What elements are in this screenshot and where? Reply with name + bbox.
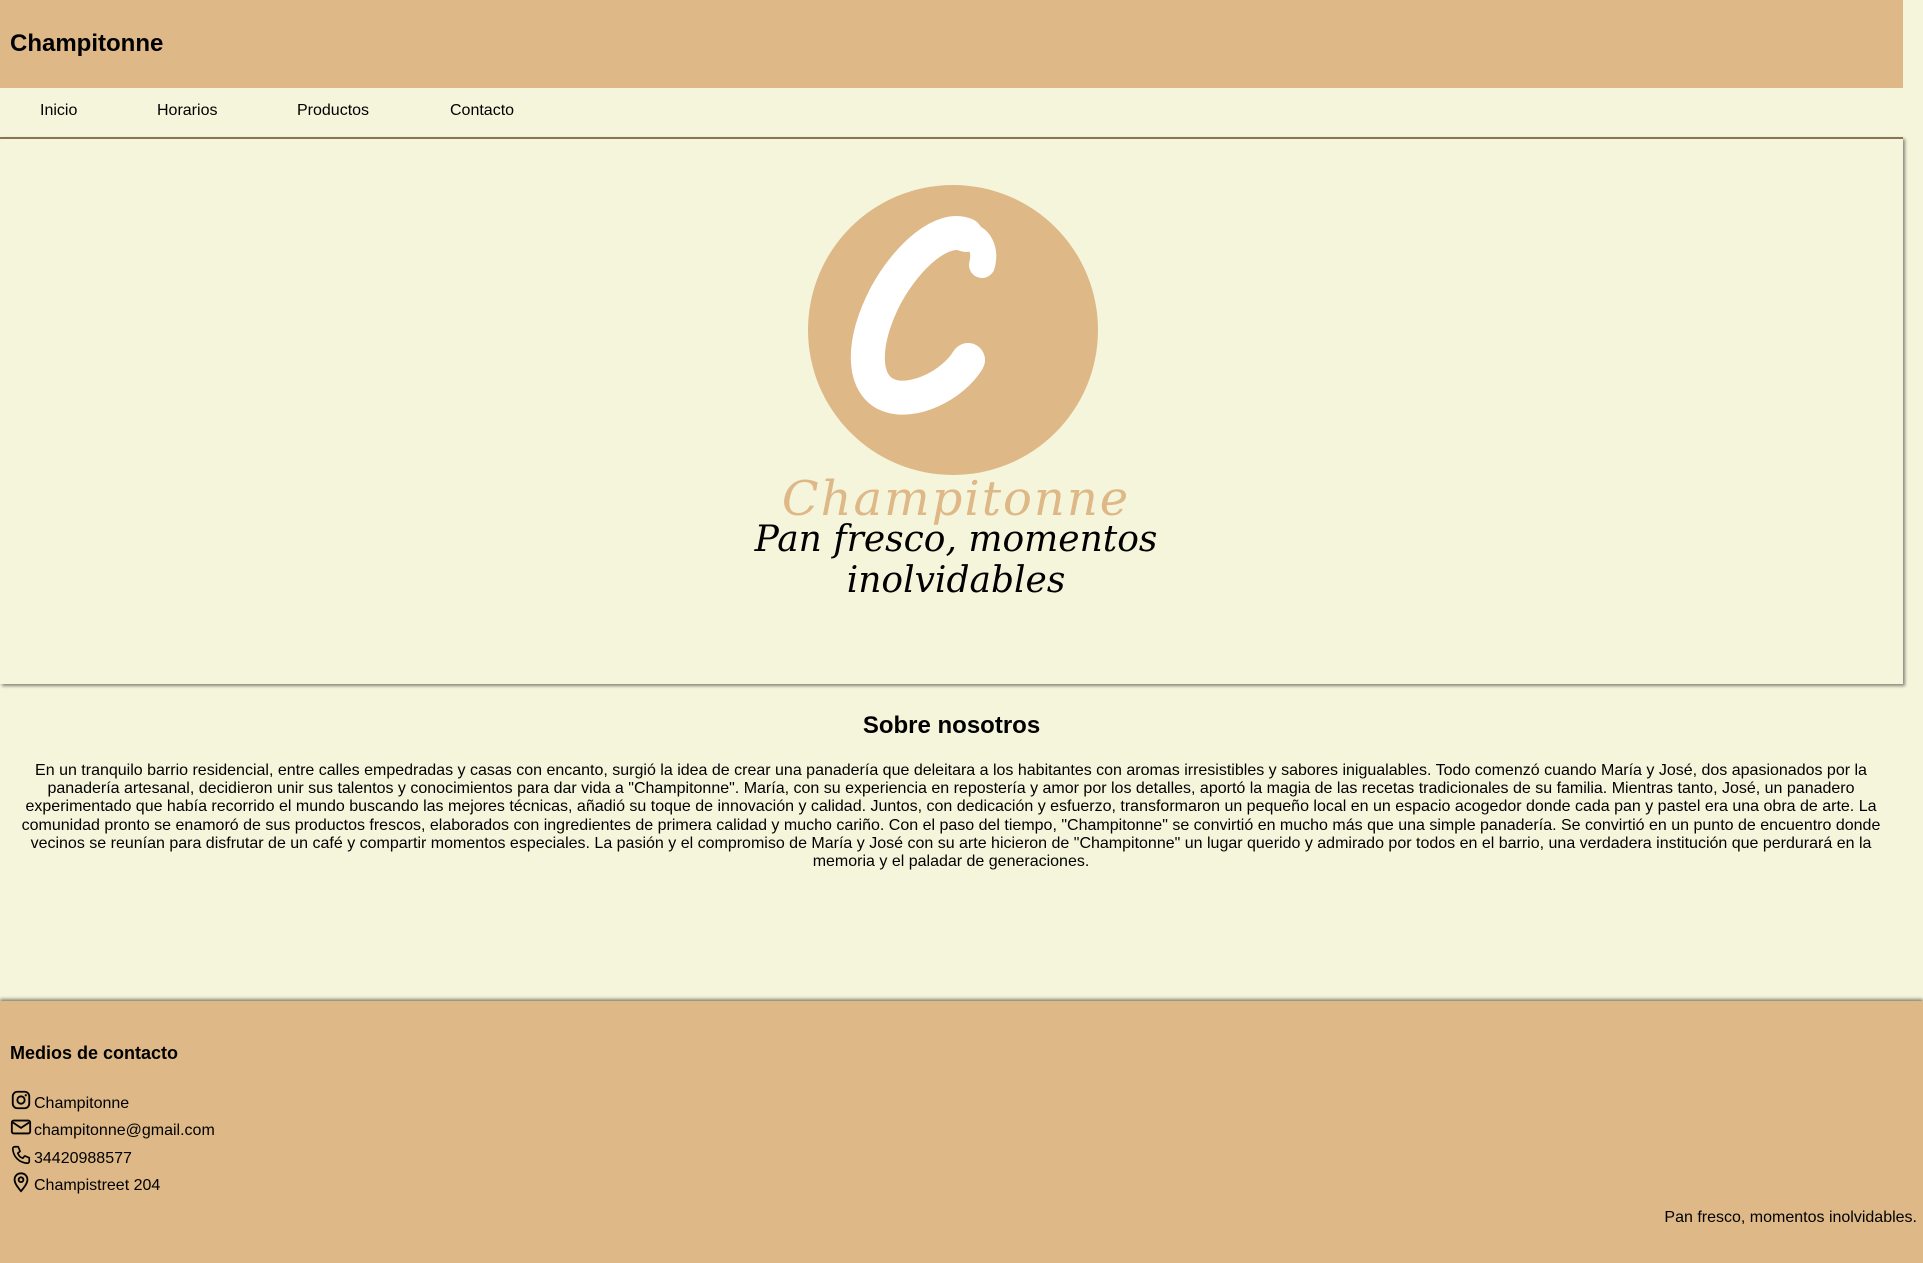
contact-item-address[interactable]: Champistreet 204 — [10, 1168, 215, 1196]
contact-phone-text: 34420988577 — [34, 1149, 132, 1167]
contact-list: Champitonne champitonne@gmail.com 344209… — [10, 1085, 215, 1195]
phone-icon — [11, 1145, 31, 1164]
contact-email-text: champitonne@gmail.com — [34, 1122, 215, 1139]
about-text: En un tranquilo barrio residencial, entr… — [21, 762, 1881, 871]
main-nav: Inicio Horarios Productos Contacto — [0, 88, 1903, 136]
contact-address-text: Champistreet 204 — [34, 1177, 161, 1194]
contact-instagram-text: Champitonne — [34, 1094, 130, 1112]
brand-logo: Champitonne Pan fresco, momentos inolvid… — [676, 179, 1236, 619]
mail-icon — [10, 1119, 32, 1135]
site-footer: Medios de contacto Champitonne champiton… — [0, 1001, 1923, 1263]
hero-section: Champitonne Pan fresco, momentos inolvid… — [0, 137, 1903, 684]
site-header: Champitonne — [0, 0, 1903, 88]
contact-item-instagram[interactable]: Champitonne — [10, 1085, 215, 1113]
about-title: Sobre nosotros — [862, 712, 1041, 739]
logo-letter-c-icon — [850, 216, 997, 415]
contact-item-phone[interactable]: 34420988577 — [10, 1140, 215, 1168]
site-title: Champitonne — [10, 30, 164, 57]
nav-link-inicio[interactable]: Inicio — [40, 102, 77, 120]
footer-title: Medios de contacto — [10, 1043, 179, 1063]
instagram-icon — [11, 1090, 31, 1109]
logo-tagline: Pan fresco, momentos inolvidables — [754, 519, 1158, 601]
contact-item-email[interactable]: champitonne@gmail.com — [10, 1113, 215, 1141]
nav-link-productos[interactable]: Productos — [297, 102, 369, 120]
location-pin-icon — [13, 1172, 29, 1193]
footer-tagline: Pan fresco, momentos inolvidables. — [1664, 1209, 1917, 1226]
nav-link-contacto[interactable]: Contacto — [450, 102, 514, 120]
nav-link-horarios[interactable]: Horarios — [157, 102, 217, 120]
